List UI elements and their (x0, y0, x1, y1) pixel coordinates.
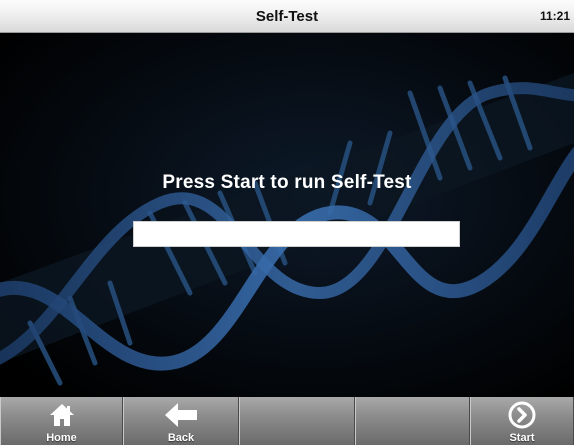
start-button-label: Start (509, 432, 535, 444)
start-button[interactable]: Start (470, 397, 574, 445)
window-title: Self-Test (255, 8, 319, 25)
instruction-text: Press Start to run Self-Test (162, 172, 412, 193)
title-bar: Self-Test 11:21 (0, 0, 574, 33)
home-button[interactable]: Home (0, 397, 123, 445)
back-button[interactable]: Back (123, 397, 239, 445)
dna-helix-image (0, 33, 574, 397)
clock: 11:21 (539, 9, 570, 23)
back-arrow-icon (124, 401, 238, 429)
main-display: Press Start to run Self-Test (0, 33, 574, 397)
home-icon (1, 401, 122, 429)
start-arrow-icon (471, 401, 573, 429)
toolbar-blank-button-2[interactable] (355, 397, 470, 445)
bottom-toolbar: Home Back Start (0, 397, 574, 445)
toolbar-blank-button-1[interactable] (239, 397, 355, 445)
progress-bar (133, 221, 460, 247)
self-test-screen: Self-Test 11:21 Press Start to run Self-… (0, 0, 574, 445)
home-button-label: Home (46, 432, 77, 444)
back-button-label: Back (167, 432, 195, 444)
